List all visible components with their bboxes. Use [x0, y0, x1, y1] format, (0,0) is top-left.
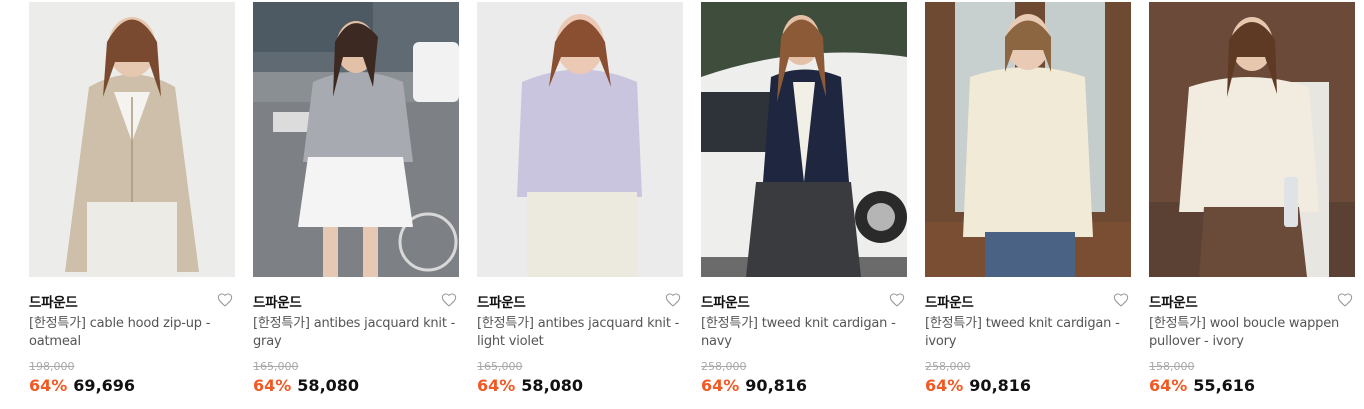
wishlist-heart-icon[interactable] [217, 292, 233, 308]
product-grid: 드파운드 [한정특가] cable hood zip-up - oatmeal … [0, 0, 1364, 409]
original-price: 198,000 [29, 360, 75, 373]
discount-rate: 64% [29, 376, 68, 395]
sale-price: 58,080 [297, 376, 360, 395]
product-card[interactable]: 드파운드 [한정특가] tweed knit cardigan - ivory … [925, 2, 1131, 407]
brand-name[interactable]: 드파운드 [29, 291, 78, 311]
original-price: 165,000 [477, 360, 523, 373]
sale-price: 55,616 [1193, 376, 1256, 395]
brand-name[interactable]: 드파운드 [1149, 291, 1198, 311]
brand-name[interactable]: 드파운드 [477, 291, 526, 311]
product-card[interactable]: 드파운드 [한정특가] antibes jacquard knit - gray… [253, 2, 459, 407]
product-title[interactable]: [한정특가] antibes jacquard knit - gray [253, 315, 457, 351]
discount-rate: 64% [925, 376, 964, 395]
sale-price: 90,816 [745, 376, 808, 395]
product-image[interactable] [29, 2, 235, 277]
original-price: 258,000 [925, 360, 971, 373]
price-line: 64% 55,616 [1149, 376, 1255, 395]
wishlist-heart-icon[interactable] [889, 292, 905, 308]
brand-name[interactable]: 드파운드 [701, 291, 750, 311]
discount-rate: 64% [253, 376, 292, 395]
product-title[interactable]: [한정특가] wool boucle wappen pullover - ivo… [1149, 315, 1353, 351]
product-title[interactable]: [한정특가] tweed knit cardigan - ivory [925, 315, 1129, 351]
sale-price: 90,816 [969, 376, 1032, 395]
wishlist-heart-icon[interactable] [441, 292, 457, 308]
wishlist-heart-icon[interactable] [1337, 292, 1353, 308]
product-card[interactable]: 드파운드 [한정특가] cable hood zip-up - oatmeal … [29, 2, 235, 407]
wishlist-heart-icon[interactable] [1113, 292, 1129, 308]
brand-name[interactable]: 드파운드 [253, 291, 302, 311]
product-image[interactable] [253, 2, 459, 277]
original-price: 158,000 [1149, 360, 1195, 373]
product-image[interactable] [925, 2, 1131, 277]
price-line: 64% 58,080 [253, 376, 359, 395]
product-image[interactable] [701, 2, 907, 277]
sale-price: 69,696 [73, 376, 136, 395]
product-card[interactable]: 드파운드 [한정특가] antibes jacquard knit - ligh… [477, 2, 683, 407]
original-price: 165,000 [253, 360, 299, 373]
product-image[interactable] [1149, 2, 1355, 277]
price-line: 64% 90,816 [701, 376, 807, 395]
product-title[interactable]: [한정특가] tweed knit cardigan - navy [701, 315, 905, 351]
price-line: 64% 90,816 [925, 376, 1031, 395]
product-title[interactable]: [한정특가] antibes jacquard knit - light vio… [477, 315, 681, 351]
discount-rate: 64% [477, 376, 516, 395]
price-line: 64% 58,080 [477, 376, 583, 395]
original-price: 258,000 [701, 360, 747, 373]
sale-price: 58,080 [521, 376, 584, 395]
price-line: 64% 69,696 [29, 376, 135, 395]
discount-rate: 64% [701, 376, 740, 395]
wishlist-heart-icon[interactable] [665, 292, 681, 308]
discount-rate: 64% [1149, 376, 1188, 395]
product-card[interactable]: 드파운드 [한정특가] tweed knit cardigan - navy 2… [701, 2, 907, 407]
brand-name[interactable]: 드파운드 [925, 291, 974, 311]
product-title[interactable]: [한정특가] cable hood zip-up - oatmeal [29, 315, 233, 351]
product-card[interactable]: 드파운드 [한정특가] wool boucle wappen pullover … [1149, 2, 1355, 407]
product-image[interactable] [477, 2, 683, 277]
